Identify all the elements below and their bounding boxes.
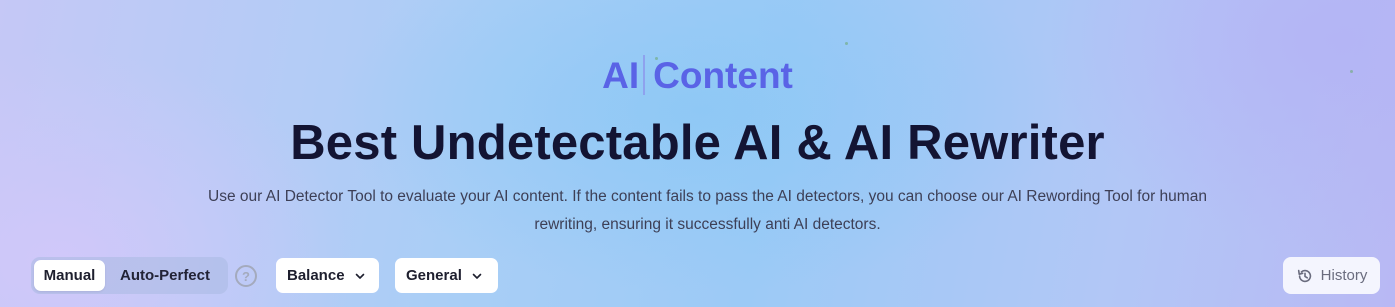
general-dropdown[interactable]: General [395,258,498,293]
balance-dropdown[interactable]: Balance [276,258,379,293]
rewrite-toolbar: Manual Auto-Perfect ? Balance General Hi… [0,253,1395,297]
general-dropdown-label: General [406,267,462,284]
sparkle-decoration [845,42,848,45]
question-circle-icon[interactable]: ? [235,265,257,287]
kicker-right-text: Content [653,55,793,96]
hero-description: Use our AI Detector Tool to evaluate you… [208,188,1207,233]
mode-manual-button[interactable]: Manual [34,260,105,291]
chevron-down-icon [472,273,482,279]
hero-kicker: AI Content [0,54,1395,98]
history-label: History [1320,267,1368,284]
kicker-left-text: AI [602,55,640,96]
mode-auto-perfect-button[interactable]: Auto-Perfect [105,260,225,291]
history-icon [1297,269,1311,282]
chevron-down-icon [355,273,364,279]
history-button[interactable]: History [1283,257,1380,294]
balance-dropdown-label: Balance [287,267,345,284]
mode-toggle: Manual Auto-Perfect [31,257,228,294]
help-glyph: ? [242,268,250,284]
page-title: Best Undetectable AI & AI Rewriter [290,116,1105,170]
typing-caret [643,55,646,95]
